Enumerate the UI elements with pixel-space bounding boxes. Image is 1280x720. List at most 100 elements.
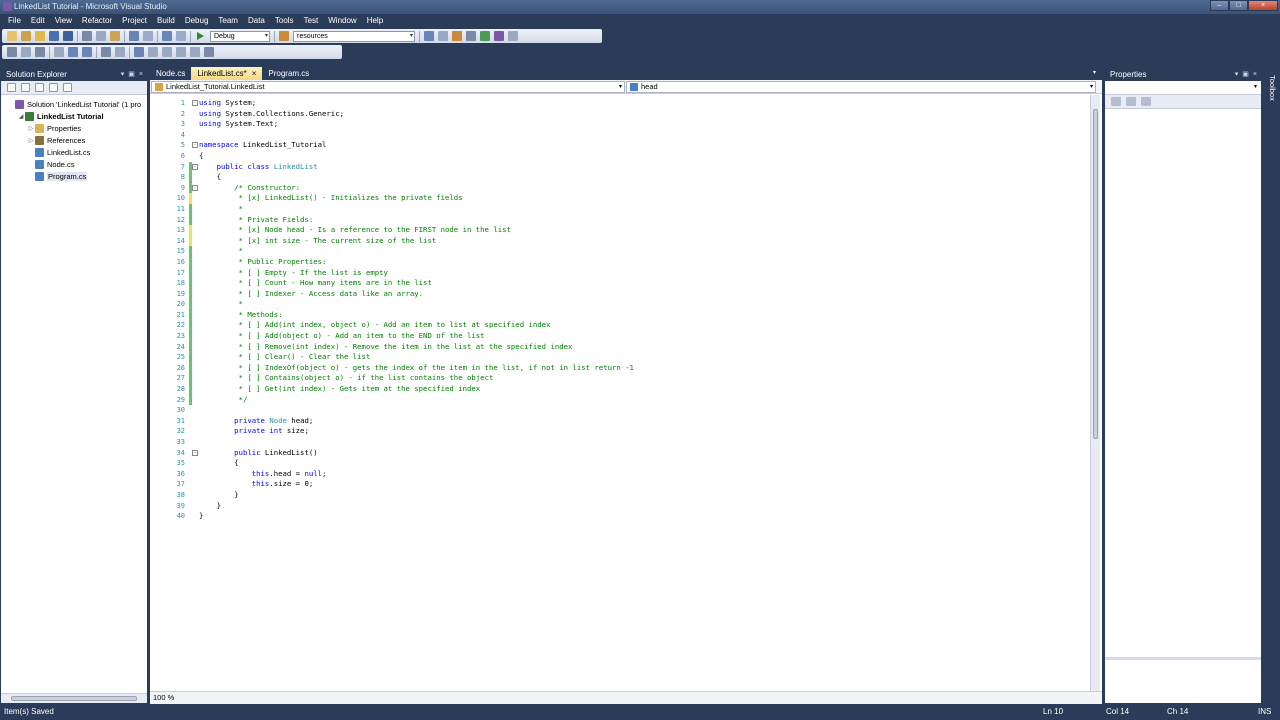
code-line[interactable]: * Methods: — [199, 310, 634, 321]
menu-test[interactable]: Test — [299, 14, 324, 28]
toggle-bookmark-icon[interactable] — [134, 47, 144, 57]
new-project-icon[interactable] — [7, 31, 17, 41]
uncomment-icon[interactable] — [115, 47, 125, 57]
menu-file[interactable]: File — [3, 14, 26, 28]
tree-item[interactable]: LinkedList.cs — [1, 146, 147, 158]
close-panel-icon[interactable]: × — [139, 68, 143, 81]
code-line[interactable]: * Private Fields: — [199, 215, 634, 226]
navigate-forward-icon[interactable] — [176, 31, 186, 41]
code-line[interactable]: * [ ] Add(int index, object o) - Add an … — [199, 320, 634, 331]
undo-icon[interactable] — [129, 31, 139, 41]
maximize-button[interactable]: □ — [1229, 0, 1248, 11]
members-dropdown[interactable]: head ▾ — [626, 80, 1096, 93]
menu-team[interactable]: Team — [213, 14, 243, 28]
alphabetical-icon[interactable] — [1126, 97, 1136, 106]
code-line[interactable]: * [ ] Remove(int index) - Remove the ite… — [199, 342, 634, 353]
expand-toggle-icon[interactable]: ▷ — [27, 125, 35, 132]
show-all-files-icon[interactable] — [21, 83, 30, 92]
code-line[interactable]: { — [199, 458, 634, 469]
code-line[interactable]: private Node head; — [199, 416, 634, 427]
code-line[interactable]: { — [199, 172, 634, 183]
cut-icon[interactable] — [82, 31, 92, 41]
save-icon[interactable] — [49, 31, 59, 41]
tree-item[interactable]: Solution 'LinkedList Tutorial' (1 pro — [1, 98, 147, 110]
navigate-backward-icon[interactable] — [162, 31, 172, 41]
code-line[interactable]: * [ ] Clear() - Clear the list — [199, 352, 634, 363]
previous-bookmark-icon[interactable] — [148, 47, 158, 57]
tab-node-cs[interactable]: Node.cs — [150, 67, 191, 80]
display-object-member-list-icon[interactable] — [7, 47, 17, 57]
find-combo[interactable]: resources ▾ — [293, 30, 415, 42]
toolbox-icon[interactable] — [466, 31, 476, 41]
expand-toggle-icon[interactable]: ▷ — [27, 137, 35, 144]
code-line[interactable]: public LinkedList() — [199, 448, 634, 459]
tree-item[interactable]: ▷ Properties — [1, 122, 147, 134]
code-line[interactable]: this.head = null; — [199, 469, 634, 480]
code-line[interactable]: namespace LinkedList_Tutorial — [199, 140, 634, 151]
code-line[interactable]: * [ ] Get(int index) - Gets item at the … — [199, 384, 634, 395]
toolbox-side-tab[interactable]: Toolbox — [1266, 67, 1280, 704]
menu-refactor[interactable]: Refactor — [77, 14, 117, 28]
code-line[interactable]: this.size = 0; — [199, 479, 634, 490]
add-item-icon[interactable] — [21, 31, 31, 41]
menu-tools[interactable]: Tools — [270, 14, 299, 28]
code-line[interactable]: * [ ] Indexer - Access data like an arra… — [199, 289, 634, 300]
code-line[interactable]: { — [199, 151, 634, 162]
solution-configuration-select[interactable]: Debug ▾ — [210, 30, 270, 42]
close-panel-icon[interactable]: × — [1253, 68, 1257, 81]
zoom-level[interactable]: 100 % — [153, 692, 174, 704]
comment-out-icon[interactable] — [101, 47, 111, 57]
menu-debug[interactable]: Debug — [180, 14, 214, 28]
collapse-region-icon[interactable]: - — [192, 184, 198, 191]
view-class-diagram-icon[interactable] — [49, 83, 58, 92]
active-files-dropdown-icon[interactable]: ▾ — [1093, 69, 1096, 76]
copy-icon[interactable] — [96, 31, 106, 41]
object-selector[interactable]: ▾ — [1105, 81, 1261, 95]
code-line[interactable]: using System; — [199, 98, 634, 109]
types-dropdown[interactable]: LinkedList_Tutorial.LinkedList ▾ — [151, 80, 625, 93]
code-line[interactable]: * [x] Node head - Is a reference to the … — [199, 225, 634, 236]
code-line[interactable]: } — [199, 490, 634, 501]
code-text[interactable]: using System; using System.Collections.Ge… — [199, 98, 634, 522]
menu-project[interactable]: Project — [117, 14, 152, 28]
properties-window-icon[interactable] — [438, 31, 448, 41]
clear-bookmarks-icon[interactable] — [204, 47, 214, 57]
tree-item[interactable]: Node.cs — [1, 158, 147, 170]
command-window-icon[interactable] — [508, 31, 518, 41]
refresh-icon[interactable] — [35, 83, 44, 92]
open-file-icon[interactable] — [35, 31, 45, 41]
menu-window[interactable]: Window — [323, 14, 361, 28]
display-word-completion-icon[interactable] — [54, 47, 64, 57]
expand-toggle-icon[interactable]: ◢ — [17, 113, 25, 120]
next-bookmark-icon[interactable] — [162, 47, 172, 57]
code-line[interactable]: public class LinkedList — [199, 162, 634, 173]
code-line[interactable]: * — [199, 299, 634, 310]
collapse-region-icon[interactable]: - — [192, 449, 198, 456]
find-in-files-icon[interactable] — [279, 31, 289, 41]
paste-icon[interactable] — [110, 31, 120, 41]
save-all-icon[interactable] — [63, 31, 73, 41]
code-line[interactable] — [199, 405, 634, 416]
solution-explorer-icon[interactable] — [424, 31, 434, 41]
code-line[interactable]: /* Constructor: — [199, 183, 634, 194]
code-line[interactable]: * [ ] Add(object o) - Add an item to the… — [199, 331, 634, 342]
decrease-indent-icon[interactable] — [68, 47, 78, 57]
code-line[interactable]: * [ ] Empty - If the list is empty — [199, 268, 634, 279]
collapse-region-icon[interactable]: - — [192, 163, 198, 170]
tab-linkedlist-cs[interactable]: LinkedList.cs* × — [191, 67, 263, 80]
solution-explorer-scrollbar[interactable] — [1, 693, 147, 703]
properties-icon[interactable] — [7, 83, 16, 92]
start-page-icon[interactable] — [494, 31, 504, 41]
toolbox-label[interactable]: Toolbox — [1268, 75, 1277, 101]
code-line[interactable]: * [ ] Count - How many items are in the … — [199, 278, 634, 289]
menu-help[interactable]: Help — [362, 14, 388, 28]
start-debugging-icon[interactable] — [197, 32, 204, 40]
menu-view[interactable]: View — [50, 14, 77, 28]
close-button[interactable]: × — [1248, 0, 1278, 11]
display-quick-info-icon[interactable] — [35, 47, 45, 57]
collapse-region-icon[interactable]: - — [192, 142, 198, 149]
property-pages-icon[interactable] — [1141, 97, 1151, 106]
categorized-icon[interactable] — [1111, 97, 1121, 106]
menu-build[interactable]: Build — [152, 14, 180, 28]
code-line[interactable]: */ — [199, 395, 634, 406]
